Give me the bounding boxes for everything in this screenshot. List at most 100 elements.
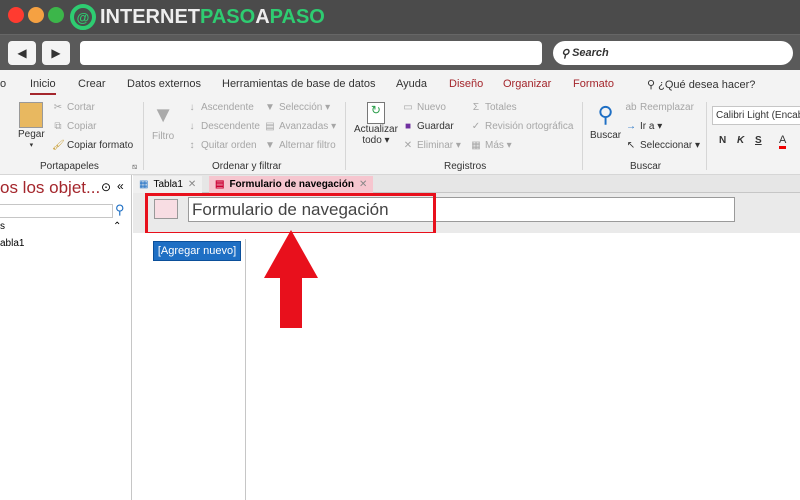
pegar-button[interactable]: Pegar ▾ (18, 102, 45, 149)
minimize-window-button[interactable] (28, 7, 44, 23)
sigma-icon: Σ (472, 102, 480, 113)
quitar-orden-label: Quitar orden (201, 140, 257, 151)
ir-a-button[interactable]: → Ir a ▾ (625, 121, 662, 132)
logo-text: PASO (200, 5, 256, 28)
divider (245, 239, 246, 500)
more-icon: ▦ (471, 140, 481, 151)
address-bar[interactable] (80, 41, 542, 65)
arrow-right-icon: → (626, 121, 636, 132)
tab-inicio[interactable]: Inicio (30, 78, 56, 95)
table-icon: ▦ (139, 179, 149, 190)
descendente-button[interactable]: ↓ Descendente (186, 121, 260, 132)
revision-button[interactable]: ✓ Revisión ortográfica (470, 121, 574, 132)
copiar-formato-button[interactable]: 🖌 Copiar formato (52, 140, 133, 151)
tab-label: Tabla1 (153, 179, 183, 190)
doc-tab-formulario[interactable]: ▤ Formulario de navegación ✕ (209, 176, 374, 193)
alternar-label: Alternar filtro (279, 140, 336, 151)
ir-a-label: Ir a ▾ (640, 121, 663, 132)
site-logo: @ INTERNET PASO A PASO (70, 4, 325, 30)
search-icon: ⚲ (561, 47, 570, 60)
dialog-launcher-icon[interactable]: ⧅ (132, 162, 137, 172)
totales-label: Totales (485, 102, 517, 113)
selection-filter-icon: ▼ (265, 102, 275, 113)
close-icon[interactable]: ✕ (188, 179, 196, 190)
nav-section-header[interactable]: s (0, 221, 5, 232)
collapse-section-icon[interactable]: ⌃ (113, 221, 121, 232)
copiar-button[interactable]: ⧉ Copiar (52, 121, 96, 132)
magnifier-icon: ⚲ (597, 102, 614, 127)
logo-text: INTERNET (100, 5, 200, 28)
group-label-portapapeles: Portapapeles (40, 161, 99, 172)
revision-label: Revisión ortográfica (485, 121, 574, 132)
seleccionar-button[interactable]: ↖ Seleccionar ▾ (625, 140, 700, 151)
forward-button[interactable]: ▶ (42, 41, 70, 65)
navigation-pane: os los objet... ⊙ « ⚲ s ⌃ abla1 (0, 175, 132, 500)
actualizar-label: Actualizar (354, 124, 398, 135)
collapse-pane-button[interactable]: « (117, 179, 124, 193)
font-name-select[interactable]: Calibri Light (Encabe (712, 106, 800, 125)
ascendente-button[interactable]: ↓ Ascendente (186, 102, 254, 113)
tell-me-text: ¿Qué desea hacer? (658, 79, 756, 91)
cortar-label: Cortar (67, 102, 95, 113)
search-placeholder: Search (572, 47, 609, 59)
underline-button[interactable]: S (755, 135, 762, 146)
ascendente-label: Ascendente (201, 102, 254, 113)
sort-asc-icon: ↓ (189, 102, 195, 113)
descendente-label: Descendente (201, 121, 260, 132)
eliminar-label: Eliminar ▾ (417, 140, 461, 151)
totales-button[interactable]: Σ Totales (470, 102, 517, 113)
close-icon[interactable]: ✕ (359, 179, 367, 190)
browser-title-bar: @ INTERNET PASO A PASO (0, 0, 800, 34)
save-icon: ■ (404, 121, 412, 132)
reemplazar-button[interactable]: ab Reemplazar (625, 102, 693, 113)
eliminar-button[interactable]: ✕ Eliminar ▾ (402, 140, 461, 151)
tab-datos-externos[interactable]: Datos externos (127, 78, 201, 90)
tab-label: Formulario de navegación (229, 179, 354, 190)
tab-crear[interactable]: Crear (78, 78, 106, 90)
search-input[interactable]: ⚲ Search (553, 41, 793, 65)
paste-icon (19, 102, 44, 128)
nuevo-button[interactable]: ▭ Nuevo (402, 102, 446, 113)
close-window-button[interactable] (8, 7, 24, 23)
advanced-filter-icon: ▤ (265, 121, 275, 132)
form-body (133, 233, 800, 500)
seleccion-button[interactable]: ▼ Selección ▾ (264, 102, 330, 113)
filtro-button[interactable]: ▼ Filtro (152, 102, 174, 142)
tab-formato[interactable]: Formato (573, 78, 614, 90)
delete-icon: ✕ (403, 140, 413, 151)
actualizar-todo-button[interactable]: ↻ Actualizar todo ▾ (354, 102, 398, 146)
nav-item-tabla1[interactable]: abla1 (0, 238, 24, 249)
back-button[interactable]: ◀ (8, 41, 36, 65)
buscar-button[interactable]: ⚲ Buscar (590, 102, 621, 141)
tab-diseno[interactable]: Diseño (449, 78, 483, 90)
logo-text: PASO (269, 5, 325, 28)
search-icon[interactable]: ⚲ (115, 202, 125, 218)
nuevo-label: Nuevo (417, 102, 446, 113)
alternar-filtro-button[interactable]: ▼ Alternar filtro (264, 140, 336, 151)
tab-archivo[interactable]: o (0, 78, 6, 90)
tell-me-box[interactable]: ⚲ ¿Qué desea hacer? (647, 78, 755, 91)
nav-menu-dropdown-icon[interactable]: ⊙ (101, 180, 111, 194)
font-color-button[interactable]: A (779, 134, 787, 149)
nav-pane-title[interactable]: os los objet... (0, 178, 100, 198)
copiar-label: Copiar (67, 121, 97, 132)
seleccion-label: Selección ▾ (279, 102, 331, 113)
tab-herramientas[interactable]: Herramientas de base de datos (222, 78, 375, 90)
avanzadas-button[interactable]: ▤ Avanzadas ▾ (264, 121, 336, 132)
tab-ayuda[interactable]: Ayuda (396, 78, 427, 90)
quitar-orden-button[interactable]: ↕ Quitar orden (186, 140, 257, 151)
document-tabs: ▦ Tabla1 ✕ ▤ Formulario de navegación ✕ (133, 175, 800, 193)
tab-organizar[interactable]: Organizar (503, 78, 551, 90)
maximize-window-button[interactable] (48, 7, 64, 23)
doc-tab-tabla1[interactable]: ▦ Tabla1 ✕ (133, 176, 203, 193)
mas-button[interactable]: ▦ Más ▾ (470, 140, 511, 151)
clear-sort-icon: ↕ (189, 140, 195, 151)
nav-search-input[interactable] (0, 204, 113, 218)
sort-desc-icon: ↓ (189, 121, 195, 132)
cortar-button[interactable]: ✂ Cortar (52, 102, 95, 113)
add-new-tab-button[interactable]: [Agregar nuevo] (153, 241, 241, 261)
italic-button[interactable]: K (737, 135, 744, 146)
group-label-buscar: Buscar (630, 161, 662, 172)
bold-button[interactable]: N (719, 135, 726, 146)
guardar-button[interactable]: ■ Guardar (402, 121, 454, 132)
